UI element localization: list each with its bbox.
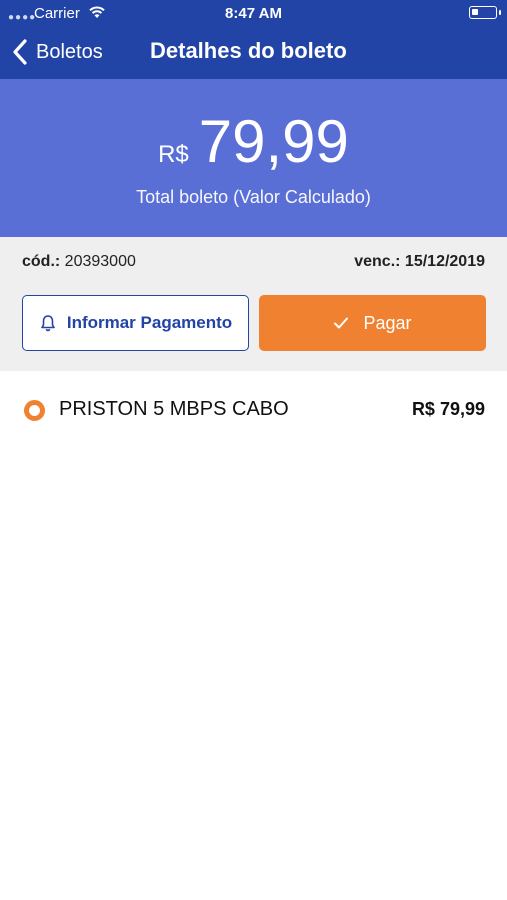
chevron-left-icon <box>13 39 27 65</box>
status-circle-icon <box>24 400 45 421</box>
total-amount: R$ 79,99 <box>0 111 507 173</box>
item-name: PRISTON 5 MBPS CABO <box>59 398 289 420</box>
pay-button[interactable]: Pagar <box>259 295 486 351</box>
due-date: venc.: 15/12/2019 <box>354 253 485 271</box>
code-value: 20393000 <box>64 253 136 270</box>
due-value: 15/12/2019 <box>404 253 485 270</box>
back-button[interactable]: Boletos <box>10 36 103 68</box>
back-label: Boletos <box>36 40 103 63</box>
status-bar: ●●●● Carrier 8:47 AM <box>0 0 507 26</box>
clock: 8:47 AM <box>225 5 282 22</box>
amount-value: 79,99 <box>198 108 349 175</box>
bell-icon <box>41 315 55 332</box>
battery-icon <box>469 6 501 19</box>
item-price: R$ 79,99 <box>411 399 485 419</box>
inform-payment-button[interactable]: Informar Pagamento <box>22 295 249 351</box>
page-title: Detalhes do boleto <box>150 38 347 63</box>
navigation-bar: ●●●● Carrier 8:47 AM Boletos Detalhes do… <box>0 0 507 79</box>
boleto-details-panel: cód.: 20393000 venc.: 15/12/2019 Informa… <box>0 237 507 371</box>
list-item[interactable]: PRISTON 5 MBPS CABO R$ 79,99 <box>0 371 507 447</box>
boleto-code: cód.: 20393000 <box>22 253 136 271</box>
total-summary: R$ 79,99 Total boleto (Valor Calculado) <box>0 79 507 237</box>
check-icon <box>334 317 349 329</box>
code-label: cód.: <box>22 253 61 270</box>
currency-symbol: R$ <box>158 141 189 168</box>
pay-label: Pagar <box>363 312 412 333</box>
inform-payment-label: Informar Pagamento <box>66 313 233 332</box>
total-caption: Total boleto (Valor Calculado) <box>136 187 371 207</box>
due-label: venc.: <box>354 253 401 270</box>
